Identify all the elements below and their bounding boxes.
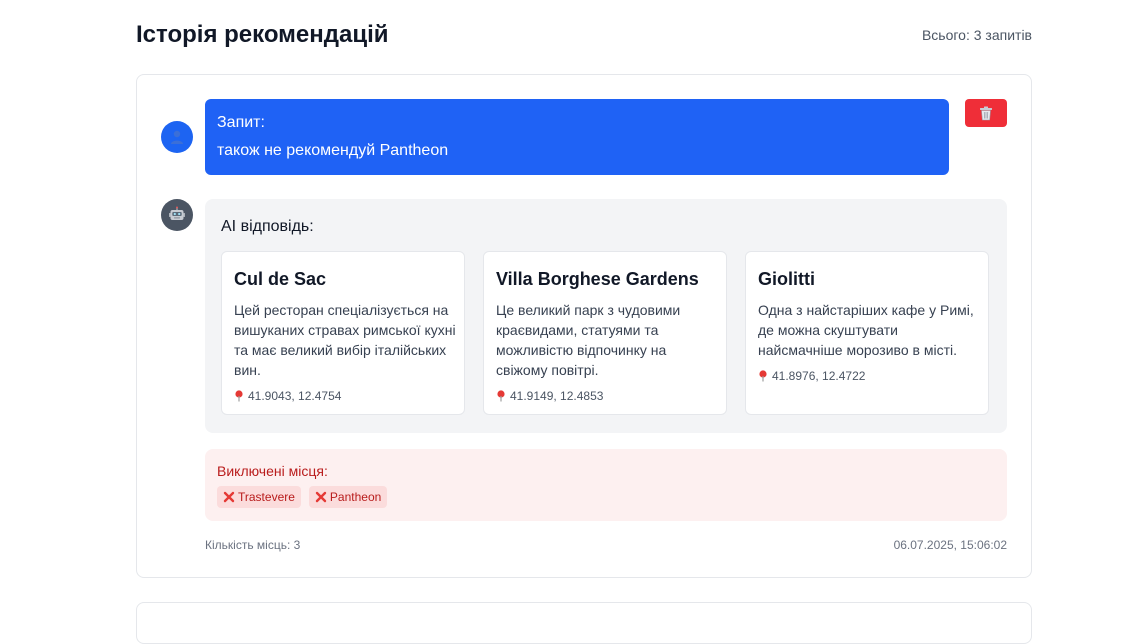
place-coordinates: 41.9149, 12.4853 xyxy=(496,389,603,403)
ai-response-label: AI відповідь: xyxy=(221,217,314,237)
delete-button[interactable] xyxy=(965,99,1007,127)
total-requests-count: Всього: 3 запитів xyxy=(922,26,1032,44)
place-coordinates: 41.9043, 12.4754 xyxy=(234,389,341,403)
robot-icon xyxy=(168,206,186,224)
excluded-tag-label: Trastevere xyxy=(238,490,295,504)
place-name: Villa Borghese Gardens xyxy=(496,268,699,290)
excluded-tags: Trastevere Pantheon xyxy=(217,486,387,508)
place-card: Giolitti Одна з найстаріших кафе у Римі,… xyxy=(745,251,989,415)
place-description: Одна з найстаріших кафе у Римі, де можна… xyxy=(758,300,980,360)
coords-text: 41.9043, 12.4754 xyxy=(248,389,341,403)
timestamp: 06.07.2025, 15:06:02 xyxy=(894,538,1007,552)
cross-icon xyxy=(223,491,235,503)
place-description: Цей ресторан спеціалізується на вишукани… xyxy=(234,300,456,380)
cross-icon xyxy=(315,491,327,503)
place-coordinates: 41.8976, 12.4722 xyxy=(758,369,865,383)
page-title: Історія рекомендацій xyxy=(136,20,389,50)
query-label: Запит: xyxy=(217,113,265,133)
query-bubble: Запит: також не рекомендуй Pantheon xyxy=(205,99,949,175)
excluded-tag: Pantheon xyxy=(309,486,387,508)
query-text: також не рекомендуй Pantheon xyxy=(217,141,448,161)
pin-icon xyxy=(496,390,506,402)
places-count: Кількість місць: 3 xyxy=(205,538,300,552)
excluded-tag-label: Pantheon xyxy=(330,490,381,504)
trash-icon xyxy=(978,105,994,121)
place-name: Giolitti xyxy=(758,268,815,290)
ai-avatar xyxy=(161,199,193,231)
user-avatar xyxy=(161,121,193,153)
excluded-tag: Trastevere xyxy=(217,486,301,508)
excluded-places-box: Виключені місця: Trastevere Pantheon xyxy=(205,449,1007,521)
user-icon xyxy=(169,129,185,145)
place-card: Cul de Sac Цей ресторан спеціалізується … xyxy=(221,251,465,415)
pin-icon xyxy=(758,370,768,382)
page-header: Історія рекомендацій Всього: 3 запитів xyxy=(136,20,1032,50)
excluded-places-label: Виключені місця: xyxy=(217,463,328,479)
coords-text: 41.8976, 12.4722 xyxy=(772,369,865,383)
place-name: Cul de Sac xyxy=(234,268,326,290)
place-description: Це великий парк з чудовими краєвидами, с… xyxy=(496,300,718,380)
history-entry-card: Запит: також не рекомендуй Pantheon AI в… xyxy=(136,74,1032,578)
history-entry-card-next xyxy=(136,602,1032,644)
pin-icon xyxy=(234,390,244,402)
ai-response-box: AI відповідь: Cul de Sac Цей ресторан сп… xyxy=(205,199,1007,433)
place-card: Villa Borghese Gardens Це великий парк з… xyxy=(483,251,727,415)
coords-text: 41.9149, 12.4853 xyxy=(510,389,603,403)
